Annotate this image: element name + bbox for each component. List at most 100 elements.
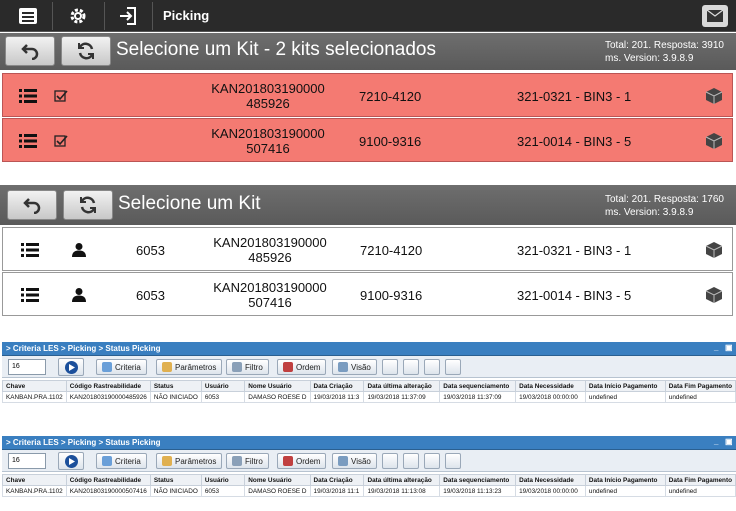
table-cell: 19/03/2018 00:00:00 [515,485,586,497]
table-row[interactable]: KANBAN.PRA.1102 KAN201803190000485926 NÃ… [2,391,736,403]
table-cell: undefined [664,485,736,497]
run-button[interactable] [58,358,84,376]
save-icon[interactable] [403,359,419,375]
back-button[interactable] [5,36,55,66]
box-icon[interactable] [705,74,723,118]
minimize-icon[interactable]: _ [714,438,722,446]
part-number: 7210-4120 [359,88,422,104]
parameters-icon [162,362,172,372]
table-header-row: Chave Código Rastreabilidade Status Usuá… [2,474,736,486]
excel-export-icon[interactable] [382,453,398,469]
column-header[interactable]: Chave [2,474,67,486]
column-header[interactable]: Data Necessidade [515,474,586,486]
ordem-label: Ordem [296,362,321,372]
filtro-button[interactable]: Filtro [226,453,269,469]
column-header[interactable]: Data Criação [309,474,365,486]
table-row[interactable]: KANBAN.PRA.1102 KAN201803190000507416 NÃ… [2,485,736,497]
table-cell: DAMASO ROESE D [244,485,311,497]
box-icon[interactable] [705,273,723,317]
minimize-icon[interactable]: _ [714,344,722,352]
refresh-button[interactable] [61,36,111,66]
kanban-code-line: KAN201803190000 [213,235,327,250]
column-header[interactable]: Status [149,474,202,486]
page-size-stepper[interactable]: 16 [8,359,46,375]
layout-icon[interactable] [424,359,440,375]
kanban-code-line: KAN201803190000 [211,81,325,96]
column-header[interactable]: Nome Usuário [244,474,311,486]
stats-line: ms. Version: 3.9.8.9 [605,53,694,64]
box-icon[interactable] [705,228,723,272]
column-header[interactable]: Usuário [200,474,246,486]
visao-button[interactable]: Visão [332,453,377,469]
parametros-button[interactable]: Parâmetros [156,453,223,469]
gear-icon [70,8,86,24]
criteria-icon [102,456,112,466]
filtro-button[interactable]: Filtro [226,359,269,375]
play-icon [64,454,78,468]
refresh-button[interactable] [63,190,113,220]
filter-icon [232,456,242,466]
column-header[interactable]: Data sequenciamento [439,380,517,392]
excel-export-icon[interactable] [382,359,398,375]
response-stats: Total: 201. Resposta: 1760 ms. Version: … [605,193,724,219]
column-header[interactable]: Data Início Pagamento [584,380,666,392]
table-cell: NÃO INICIADO [149,391,202,403]
kit-row-selected[interactable]: KAN201803190000 507416 9100-9316 321-001… [2,118,733,162]
column-header[interactable]: Data última alteração [363,474,441,486]
criteria-button[interactable]: Criteria [96,359,147,375]
column-header[interactable]: Data Fim Pagamento [664,474,736,486]
visao-button[interactable]: Visão [332,359,377,375]
kit-row[interactable]: 6053 KAN201803190000 485926 7210-4120 32… [2,227,733,271]
column-header[interactable]: Data Criação [309,380,365,392]
parametros-button[interactable]: Parâmetros [156,359,223,375]
menu-button[interactable] [10,3,46,29]
user-id: 6053 [136,287,165,303]
back-button[interactable] [7,190,57,220]
column-header[interactable]: Chave [2,380,67,392]
kit-row[interactable]: 6053 KAN201803190000 507416 9100-9316 32… [2,272,733,316]
column-header[interactable]: Data Fim Pagamento [664,380,736,392]
list-icon[interactable] [19,119,37,163]
divider [152,2,153,30]
tools-icon[interactable] [445,359,461,375]
list-icon[interactable] [21,228,39,272]
column-header[interactable]: Código Rastreabilidade [65,474,151,486]
logout-button[interactable] [110,3,146,29]
view-icon [338,456,348,466]
ordem-button[interactable]: Ordem [277,453,327,469]
layout-icon[interactable] [424,453,440,469]
mail-button[interactable] [702,5,728,27]
kit-row-selected[interactable]: KAN201803190000 485926 7210-4120 321-032… [2,73,733,117]
divider [104,2,105,30]
checkbox-checked-icon[interactable] [54,74,68,118]
column-header[interactable]: Data última alteração [363,380,441,392]
save-icon[interactable] [403,453,419,469]
column-header[interactable]: Data sequenciamento [439,474,517,486]
ordem-button[interactable]: Ordem [277,359,327,375]
restore-icon[interactable]: ▣ [725,438,733,446]
checkbox-checked-icon[interactable] [54,119,68,163]
kanban-code: KAN201803190000 507416 [203,119,333,163]
run-button[interactable] [58,452,84,470]
user-id: 6053 [136,242,165,258]
kit-selection-header-1: Selecione um Kit - 2 kits selecionados T… [0,33,736,70]
tools-icon[interactable] [445,453,461,469]
table-cell: 6053 [200,485,246,497]
bin-location: 321-0014 - BIN3 - 5 [517,287,632,303]
page-size-stepper[interactable]: 16 [8,453,46,469]
parametros-label: Parâmetros [175,456,217,466]
column-header[interactable]: Usuário [200,380,246,392]
column-header[interactable]: Data Início Pagamento [584,474,666,486]
column-header[interactable]: Código Rastreabilidade [65,380,151,392]
list-icon[interactable] [19,74,37,118]
settings-button[interactable] [60,3,96,29]
breadcrumb-text: > Criteria LES > Picking > Status Pickin… [6,344,161,353]
box-icon[interactable] [705,119,723,163]
criteria-button[interactable]: Criteria [96,453,147,469]
list-icon[interactable] [21,273,39,317]
restore-icon[interactable]: ▣ [725,344,733,352]
column-header[interactable]: Nome Usuário [244,380,311,392]
column-header[interactable]: Data Necessidade [515,380,586,392]
filter-icon [232,362,242,372]
column-header[interactable]: Status [149,380,202,392]
